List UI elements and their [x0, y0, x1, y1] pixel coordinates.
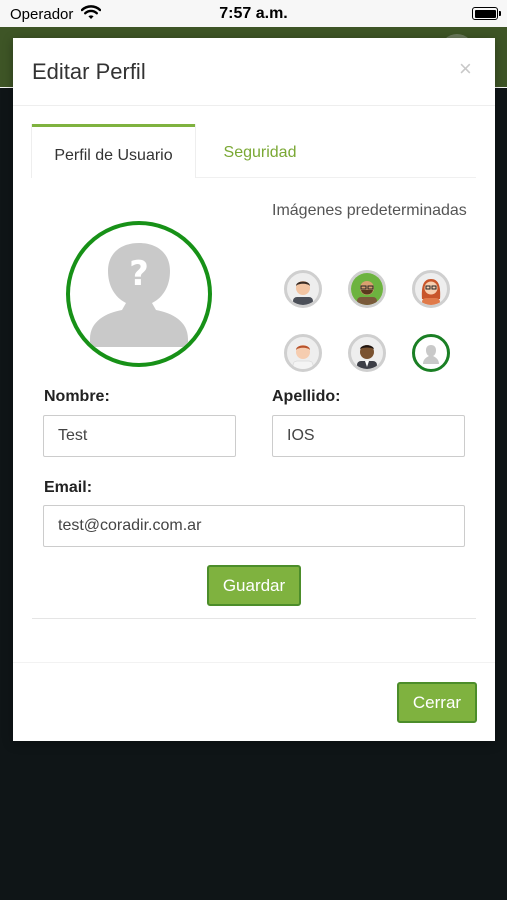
default-avatar-5[interactable] [348, 334, 386, 372]
modal-header: Editar Perfil × [13, 38, 495, 106]
form-divider [32, 618, 476, 619]
first-name-label: Nombre: [44, 388, 110, 405]
tab-user-profile[interactable]: Perfil de Usuario [32, 124, 195, 178]
profile-avatar[interactable]: ? [66, 221, 212, 367]
man-dark-skin-avatar-icon [357, 345, 377, 369]
status-time: 7:57 a.m. [219, 5, 288, 22]
modal-footer-divider [13, 662, 495, 663]
first-name-input[interactable]: Test [43, 415, 236, 457]
email-input[interactable]: test@coradir.com.ar [43, 505, 465, 547]
silhouette-avatar-icon [423, 345, 439, 364]
last-name-input[interactable]: IOS [272, 415, 465, 457]
profile-tabs: Perfil de Usuario Seguridad [32, 124, 476, 178]
man-dark-hair-avatar-icon [293, 281, 313, 305]
default-avatar-4[interactable] [284, 334, 322, 372]
close-button[interactable]: Cerrar [397, 682, 477, 723]
status-bar: Operador 7:57 a.m. [0, 0, 507, 27]
svg-text:?: ? [129, 254, 149, 294]
email-label: Email: [44, 479, 93, 496]
close-icon[interactable]: × [459, 56, 472, 82]
default-avatar-6-selected[interactable] [412, 334, 450, 372]
default-avatar-1[interactable] [284, 270, 322, 308]
default-avatar-2[interactable] [348, 270, 386, 308]
edit-profile-modal: Editar Perfil × Perfil de Usuario Seguri… [13, 38, 495, 741]
tab-security[interactable]: Seguridad [195, 124, 325, 178]
battery-icon [472, 7, 501, 20]
default-images-label: Imágenes predeterminadas [272, 202, 467, 219]
last-name-label: Apellido: [272, 388, 341, 405]
man-red-hair-avatar-icon [292, 345, 314, 369]
man-beard-glasses-avatar-icon [351, 273, 383, 305]
unknown-user-icon: ? [90, 243, 188, 347]
woman-red-hair-avatar-icon [421, 279, 441, 305]
save-button[interactable]: Guardar [207, 565, 301, 606]
modal-title: Editar Perfil [32, 59, 146, 84]
default-avatar-3[interactable] [412, 270, 450, 308]
